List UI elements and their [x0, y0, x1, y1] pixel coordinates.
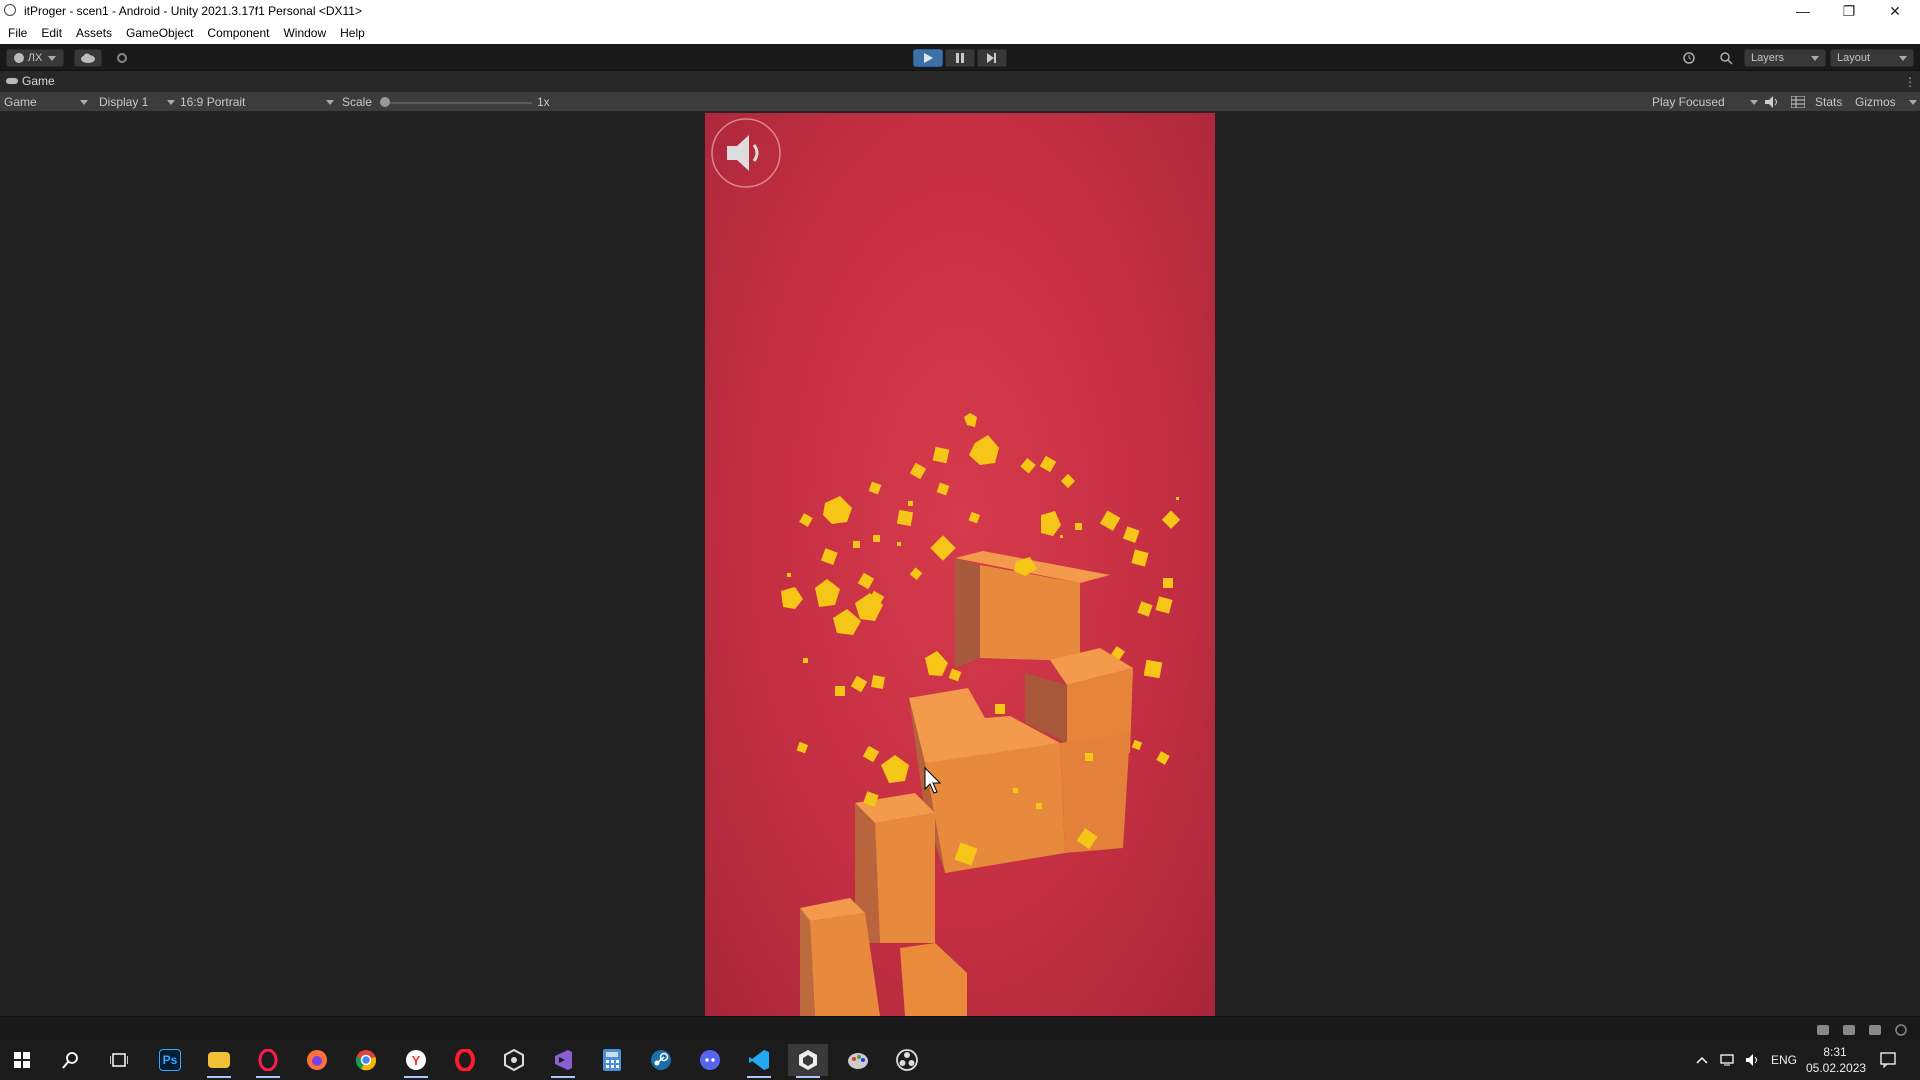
scale-slider-handle[interactable] [380, 97, 390, 107]
language-indicator[interactable]: ENG [1771, 1040, 1797, 1080]
unity-hub-icon[interactable] [494, 1044, 534, 1076]
window-title-bar: itProger - scen1 - Android - Unity 2021.… [0, 0, 1920, 22]
game-view-controls: Game Display 1 16:9 Portrait Scale 1x Pl… [0, 92, 1920, 112]
discord-icon[interactable] [690, 1044, 730, 1076]
aspect-select[interactable]: 16:9 Portrait [180, 94, 334, 110]
display-select-label: Display 1 [99, 95, 149, 109]
start-icon[interactable] [2, 1044, 42, 1076]
aspect-select-label: 16:9 Portrait [180, 95, 246, 109]
pause-button[interactable] [945, 49, 975, 67]
minimize-button[interactable]: — [1780, 0, 1826, 22]
layout-dropdown[interactable]: Layout [1830, 49, 1914, 67]
stack-icon [1843, 1025, 1855, 1035]
network-icon[interactable] [1720, 1040, 1736, 1080]
step-button[interactable] [977, 49, 1007, 67]
notifications-icon[interactable] [1880, 1040, 1896, 1080]
account-label: ЛХ [27, 52, 43, 64]
search-button[interactable] [1713, 49, 1739, 67]
tab-game-label: Game [22, 74, 55, 88]
obs-icon[interactable] [887, 1044, 927, 1076]
stats-toggle[interactable]: Stats [1815, 94, 1842, 110]
layout-label: Layout [1837, 52, 1871, 64]
paint-icon[interactable] [838, 1044, 878, 1076]
vscode-icon[interactable] [739, 1044, 779, 1078]
view-select-label: Game [4, 95, 37, 109]
menu-window[interactable]: Window [283, 26, 326, 40]
gizmos-dropdown[interactable]: Gizmos [1855, 94, 1917, 110]
gizmos-label: Gizmos [1855, 95, 1896, 109]
more-options-icon[interactable]: ⋮ [1904, 75, 1916, 89]
clock-date: 05.02.2023 [1806, 1061, 1867, 1075]
clock[interactable]: 8:31 05.02.2023 [1806, 1044, 1867, 1076]
progress-icon [1895, 1024, 1907, 1036]
unity-icon[interactable] [788, 1044, 828, 1078]
debug-icon [1869, 1025, 1881, 1035]
yandex-browser-icon[interactable]: Y [396, 1044, 436, 1078]
scale-label: Scale [342, 95, 373, 109]
game-screen[interactable] [705, 113, 1215, 1016]
view-select[interactable]: Game [4, 94, 88, 110]
play-button[interactable] [913, 49, 943, 67]
firefox-icon[interactable] [297, 1044, 337, 1076]
gear-icon [117, 53, 127, 63]
windows-taskbar: Ps Y ENG 8:31 05.02.2023 [0, 1040, 1920, 1080]
search-icon[interactable] [51, 1044, 91, 1076]
menu-bar: File Edit Assets GameObject Component Wi… [0, 22, 1920, 44]
history-icon [1683, 52, 1695, 64]
account-dropdown[interactable]: ЛХ [6, 49, 64, 67]
layers-dropdown[interactable]: Layers [1744, 49, 1826, 67]
photoshop-label: Ps [159, 1049, 181, 1071]
volume-icon[interactable] [1745, 1040, 1761, 1080]
account-icon [13, 53, 24, 63]
sound-button[interactable] [711, 118, 781, 188]
stats-grid-icon[interactable] [1791, 94, 1805, 110]
menu-gameobject[interactable]: GameObject [126, 26, 193, 40]
search-icon [1720, 52, 1733, 65]
play-mode-select[interactable]: Play Focused [1652, 94, 1758, 110]
menu-help[interactable]: Help [340, 26, 365, 40]
opera-icon[interactable] [445, 1044, 485, 1076]
game-scene [711, 118, 1181, 1016]
menu-edit[interactable]: Edit [41, 26, 62, 40]
menu-component[interactable]: Component [207, 26, 269, 40]
file-explorer-icon[interactable] [199, 1044, 239, 1078]
main-toolbar: ЛХ Layers Layout [0, 44, 1920, 71]
menu-assets[interactable]: Assets [76, 26, 112, 40]
game-tab-strip: Game ⋮ [0, 71, 1920, 92]
cloud-icon [81, 53, 95, 63]
play-icon [924, 53, 933, 63]
task-view-icon[interactable] [99, 1044, 139, 1076]
pause-icon [956, 53, 964, 63]
play-mode-label: Play Focused [1652, 95, 1725, 109]
unity-app-icon [4, 4, 16, 16]
close-button[interactable]: ✕ [1872, 0, 1918, 22]
step-icon [987, 53, 996, 63]
menu-file[interactable]: File [8, 26, 27, 40]
collab-button[interactable] [110, 49, 134, 67]
photoshop-icon[interactable]: Ps [150, 1044, 190, 1076]
restore-button[interactable]: ❐ [1826, 0, 1872, 22]
tray-overflow-icon[interactable] [1696, 1040, 1708, 1080]
status-bar [0, 1016, 1920, 1040]
scale-value: 1x [537, 95, 550, 109]
calculator-icon[interactable] [592, 1044, 632, 1076]
clock-time: 8:31 [1823, 1045, 1847, 1059]
tab-game[interactable]: Game [6, 74, 55, 88]
window-title: itProger - scen1 - Android - Unity 2021.… [24, 4, 362, 18]
mute-audio-icon[interactable] [1765, 94, 1779, 110]
status-icons [1817, 1024, 1907, 1036]
chrome-icon[interactable] [346, 1044, 386, 1076]
steam-icon[interactable] [641, 1044, 681, 1076]
gamepad-icon [6, 78, 18, 84]
display-select[interactable]: Display 1 [99, 94, 175, 110]
history-button[interactable] [1676, 49, 1702, 67]
cloud-button[interactable] [74, 49, 102, 67]
svg-text:Y: Y [412, 1053, 421, 1068]
opera-gx-icon[interactable] [248, 1044, 288, 1078]
scale-slider-track[interactable] [382, 102, 532, 104]
layers-label: Layers [1751, 52, 1785, 64]
visual-studio-icon[interactable] [543, 1044, 583, 1078]
bug-icon [1817, 1025, 1829, 1035]
